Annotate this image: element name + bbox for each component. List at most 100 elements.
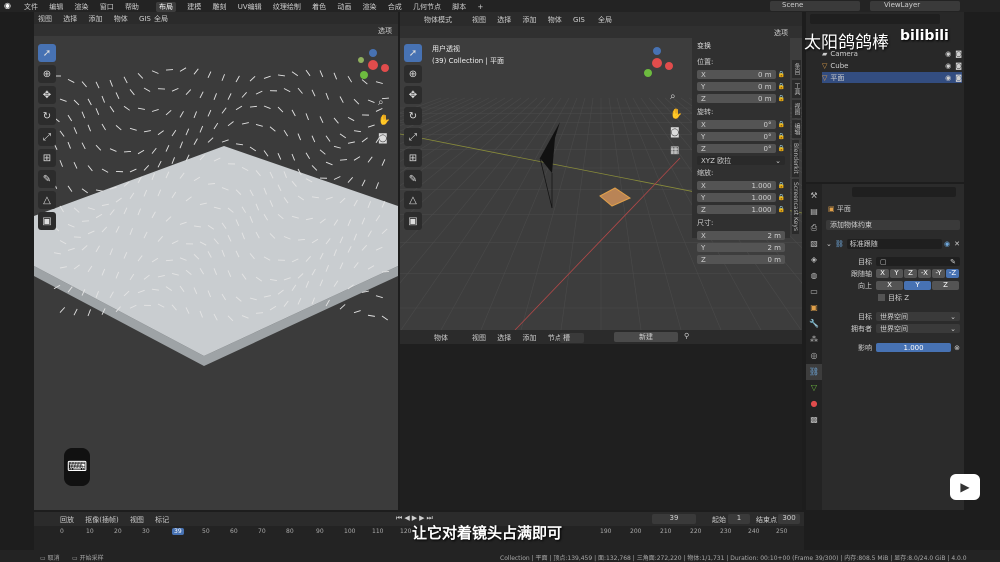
object-tab-icon[interactable]: ▣: [806, 300, 822, 316]
add-workspace-icon[interactable]: +: [478, 3, 484, 11]
scale-y-field[interactable]: Y 1.000: [697, 193, 776, 202]
menu-window[interactable]: 窗口: [100, 2, 114, 12]
outliner-item[interactable]: ▽ 平面 ◉ ◙: [822, 72, 962, 83]
menu-gis[interactable]: GIS: [573, 16, 585, 24]
lock-icon[interactable]: 🔒: [778, 145, 785, 152]
menu-marker[interactable]: 标记: [155, 515, 169, 525]
left-gizmo[interactable]: [356, 48, 390, 82]
visibility-eye-icon[interactable]: ◉: [945, 74, 951, 82]
collapse-icon[interactable]: ⌄: [826, 240, 832, 248]
mode-selector[interactable]: 物体模式: [424, 15, 452, 25]
options-dropdown[interactable]: 选项: [378, 26, 392, 36]
cursor-icon[interactable]: ⊕: [404, 65, 422, 83]
location-y-field[interactable]: Y 0 m: [697, 82, 776, 91]
pin-icon[interactable]: ⚲: [684, 332, 689, 340]
disable-keep-transform-icon[interactable]: ⊗: [954, 344, 960, 352]
scale-icon[interactable]: ⤢: [404, 128, 422, 146]
rotation-y-field[interactable]: Y 0°: [697, 132, 776, 141]
scene-tab-icon[interactable]: ◈: [806, 252, 822, 268]
menu-view[interactable]: 视图: [38, 14, 52, 24]
menu-render[interactable]: 渲染: [74, 2, 88, 12]
tab-texture-paint[interactable]: 纹理绘制: [273, 2, 301, 12]
rotation-z-field[interactable]: Z 0°: [697, 144, 776, 153]
camera-view-icon[interactable]: ◙: [670, 124, 682, 142]
visibility-eye-icon[interactable]: ◉: [944, 240, 950, 248]
end-field[interactable]: 300: [778, 514, 800, 524]
move-icon[interactable]: ✥: [404, 86, 422, 104]
track-axis-z-button[interactable]: Z: [904, 269, 917, 278]
menu-edit[interactable]: 编辑: [49, 2, 63, 12]
add-constraint-button[interactable]: 添加物体约束: [826, 220, 960, 230]
node-type-select[interactable]: 物体: [434, 333, 448, 343]
target-space-select[interactable]: 世界空间 ⌄: [876, 312, 960, 321]
measure-icon[interactable]: △: [38, 191, 56, 209]
pan-hand-icon[interactable]: ✋: [378, 112, 390, 130]
eyedropper-icon[interactable]: ✎: [950, 258, 956, 266]
influence-slider[interactable]: 1.000: [876, 343, 952, 352]
menu-select[interactable]: 选择: [497, 15, 511, 25]
track-axis-neg-x-button[interactable]: -X: [918, 269, 931, 278]
grid-view-icon[interactable]: ▦: [670, 142, 682, 160]
tab-animation[interactable]: 动画: [337, 2, 351, 12]
lock-icon[interactable]: 🔒: [778, 206, 785, 213]
current-frame-field[interactable]: 39: [652, 514, 696, 524]
tab-item[interactable]: 条目: [792, 60, 801, 78]
up-axis-y-button[interactable]: Y: [904, 281, 931, 290]
menu-help[interactable]: 帮助: [125, 2, 139, 12]
transform-orientation[interactable]: 全局: [154, 14, 168, 24]
tab-modeling[interactable]: 建模: [187, 2, 201, 12]
camera-view-icon[interactable]: ◙: [378, 130, 390, 148]
dimensions-z-field[interactable]: Z 0 m: [697, 255, 785, 264]
measure-icon[interactable]: △: [404, 191, 422, 209]
select-box-icon[interactable]: ➚: [38, 44, 56, 62]
scene-selector[interactable]: Scene: [770, 1, 860, 11]
slot-select[interactable]: 槽: [560, 333, 584, 343]
rotation-mode-select[interactable]: XYZ 欧拉 ⌄: [697, 156, 785, 165]
lock-icon[interactable]: 🔒: [778, 83, 785, 90]
material-tab-icon[interactable]: ●: [806, 396, 822, 412]
transform-orientation[interactable]: 全局: [598, 15, 612, 25]
menu-view[interactable]: 视图: [130, 515, 144, 525]
add-cube-icon[interactable]: ▣: [404, 212, 422, 230]
lock-icon[interactable]: 🔒: [778, 182, 785, 189]
tab-compositing[interactable]: 合成: [388, 2, 402, 12]
annotate-icon[interactable]: ✎: [404, 170, 422, 188]
dimensions-y-field[interactable]: Y 2 m: [697, 243, 785, 252]
jump-end-icon[interactable]: ⏭: [426, 514, 434, 522]
track-axis-neg-z-button[interactable]: -Z: [946, 269, 959, 278]
menu-view[interactable]: 视图: [472, 333, 486, 343]
outliner-search[interactable]: [810, 14, 940, 24]
render-camera-icon[interactable]: ◙: [955, 74, 962, 82]
owner-space-select[interactable]: 世界空间 ⌄: [876, 324, 960, 333]
lock-icon[interactable]: 🔒: [778, 133, 785, 140]
outliner-item[interactable]: ▽ Cube ◉ ◙: [822, 60, 962, 71]
output-tab-icon[interactable]: ⎙: [806, 220, 822, 236]
close-icon[interactable]: ✕: [954, 240, 960, 248]
move-icon[interactable]: ✥: [38, 86, 56, 104]
menu-file[interactable]: 文件: [24, 2, 38, 12]
add-cube-icon[interactable]: ▣: [38, 212, 56, 230]
zoom-icon[interactable]: ⌕: [378, 94, 390, 112]
target-field[interactable]: ▢ ✎: [876, 257, 960, 266]
cursor-icon[interactable]: ⊕: [38, 65, 56, 83]
node-editor[interactable]: 物体 视图 选择 添加 节点 槽 新建 ⚲: [400, 330, 802, 510]
tab-layout[interactable]: 布局: [156, 2, 176, 12]
options-dropdown[interactable]: 选项: [774, 28, 788, 38]
lock-icon[interactable]: 🔒: [778, 95, 785, 102]
data-tab-icon[interactable]: ▽: [806, 380, 822, 396]
scale-icon[interactable]: ⤢: [38, 128, 56, 146]
up-axis-x-button[interactable]: X: [876, 281, 903, 290]
menu-object[interactable]: 物体: [548, 15, 562, 25]
visibility-eye-icon[interactable]: ◉: [945, 50, 951, 58]
prev-key-icon[interactable]: ◀: [404, 514, 411, 522]
view-layer-tab-icon[interactable]: ▧: [806, 236, 822, 252]
select-box-icon[interactable]: ➚: [404, 44, 422, 62]
new-material-button[interactable]: 新建: [614, 332, 678, 342]
transform-section-title[interactable]: 变换: [697, 41, 785, 51]
menu-view[interactable]: 视图: [472, 15, 486, 25]
play-icon[interactable]: ▶: [412, 514, 419, 522]
lock-icon[interactable]: 🔒: [778, 194, 785, 201]
menu-gis[interactable]: GIS: [139, 15, 151, 23]
visibility-eye-icon[interactable]: ◉: [945, 62, 951, 70]
tab-blenderkit[interactable]: Blenderkit: [792, 140, 799, 177]
